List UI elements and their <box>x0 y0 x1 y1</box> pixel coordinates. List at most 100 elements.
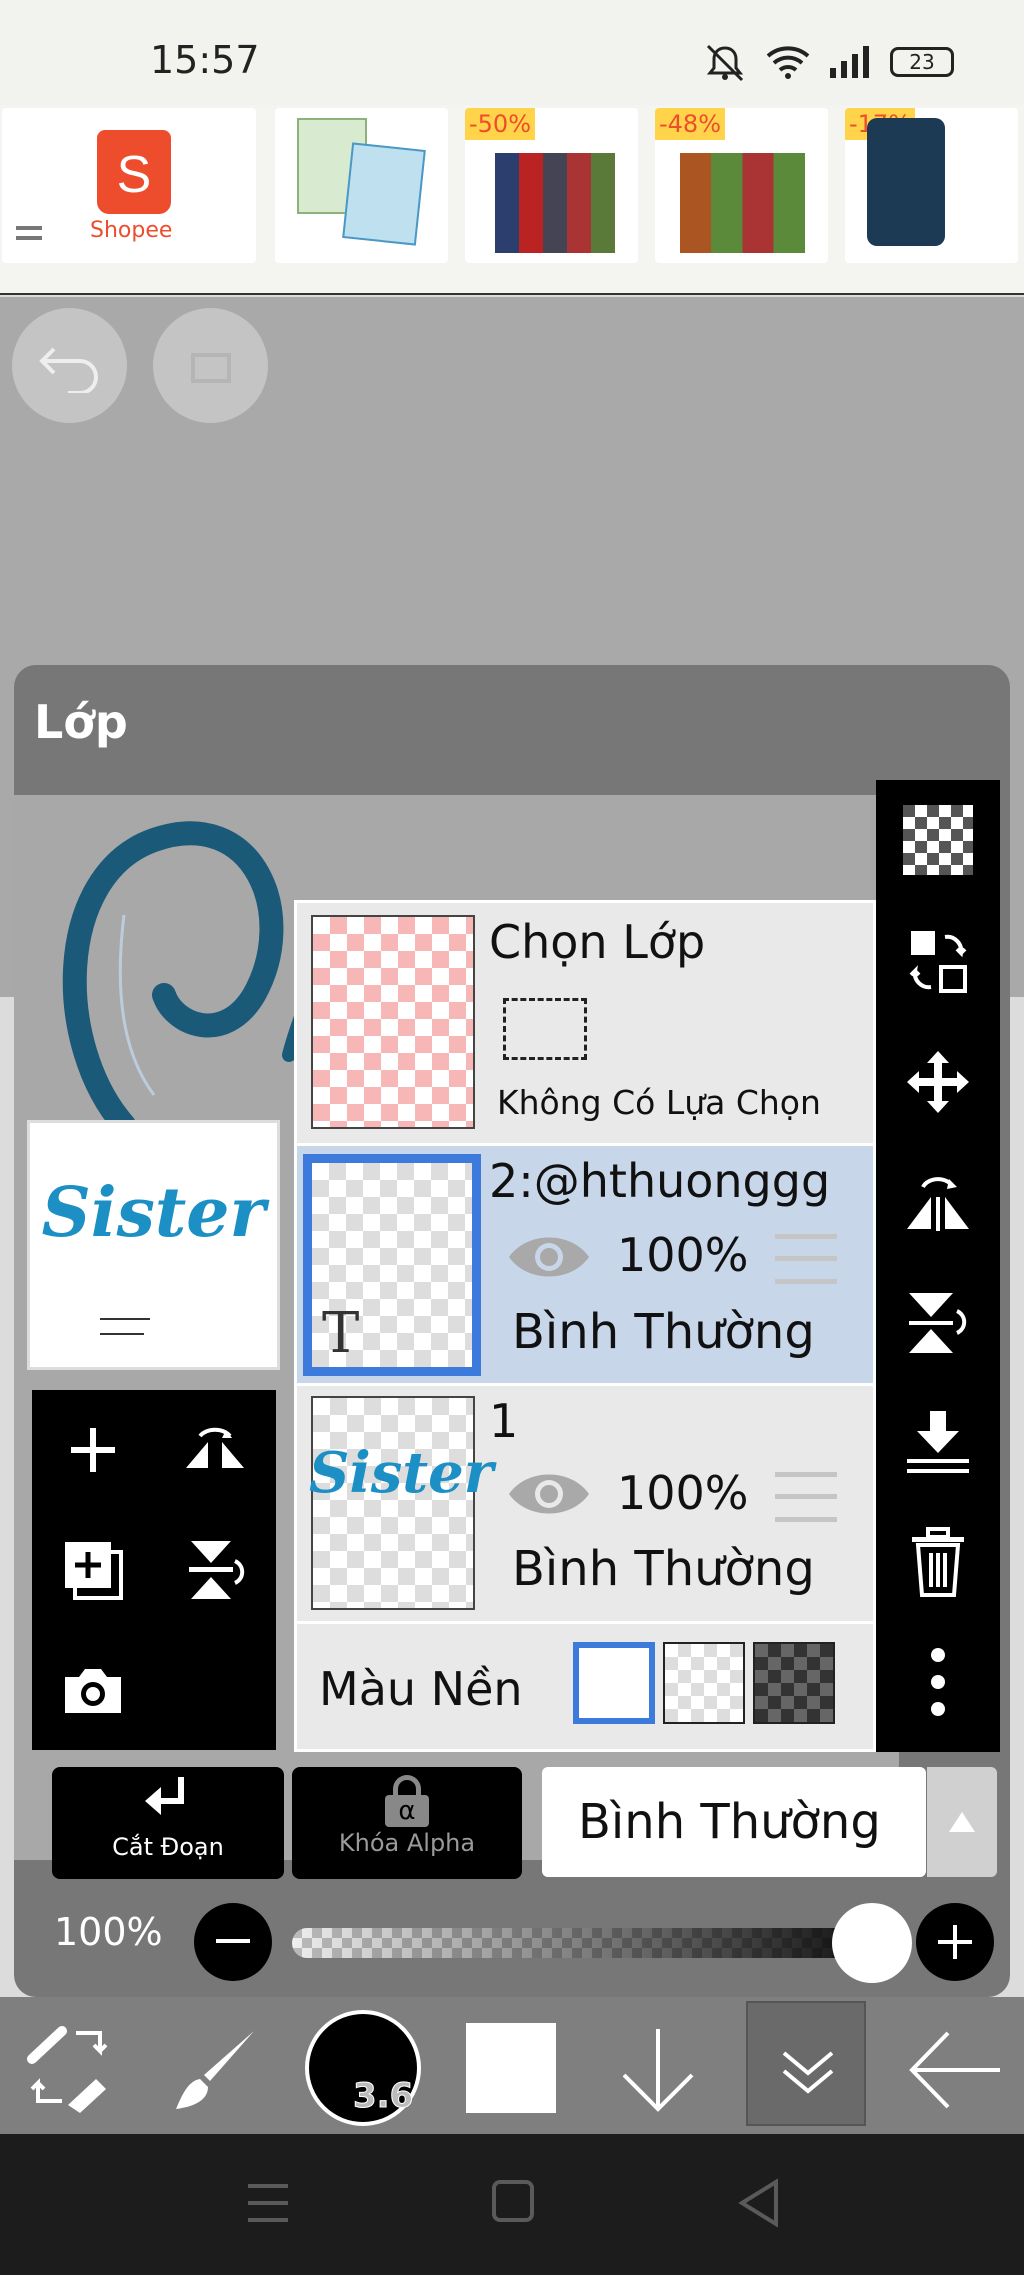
layer-tool-grid <box>32 1390 276 1750</box>
alpha-lock-button[interactable]: α Khóa Alpha <box>292 1767 522 1879</box>
layer-right-toolbar <box>876 780 1000 1752</box>
selection-thumbnail <box>311 915 475 1129</box>
wifi-icon <box>766 46 810 79</box>
signal-icon <box>830 46 869 78</box>
back-button[interactable] <box>904 2025 1004 2115</box>
flip-layer-horizontal-button[interactable] <box>876 1142 1000 1262</box>
visibility-eye-icon[interactable] <box>507 1231 591 1283</box>
swap-layer-button[interactable] <box>876 902 1000 1022</box>
layer-opacity: 100% <box>617 1228 749 1282</box>
redo-icon <box>190 352 231 383</box>
more-vertical-icon <box>931 1648 945 1716</box>
flip-layer-vertical-button[interactable] <box>876 1262 1000 1382</box>
blend-mode-dropdown-toggle[interactable] <box>927 1767 997 1877</box>
move-button[interactable] <box>876 1022 1000 1142</box>
mute-bell-icon <box>706 44 744 82</box>
clip-button[interactable]: Cắt Đoạn <box>52 1767 284 1879</box>
chevron-double-down-icon <box>782 2051 834 2094</box>
ad-product-hulk[interactable]: -48% <box>655 108 828 263</box>
layer-panel: Lớp Sister Chọn Lớp Không Có Lựa Chọn T … <box>14 665 1010 1997</box>
ad-banner[interactable]: S Shopee -50% -48% -17% <box>0 105 1024 295</box>
home-button[interactable] <box>492 2180 534 2222</box>
discount-badge: -48% <box>655 108 726 140</box>
layers-panel-toggle[interactable] <box>746 2001 866 2126</box>
plus-icon <box>71 1428 115 1472</box>
flip-horizontal-button[interactable] <box>154 1390 276 1510</box>
layer-row-1[interactable]: Sister 1 100% Bình Thường <box>297 1386 873 1621</box>
opacity-value: 100% <box>54 1910 163 1954</box>
layer-name: 2:@hthuonggg <box>489 1154 831 1208</box>
arrow-left-icon <box>909 2031 1000 2109</box>
shopee-ad[interactable]: S Shopee <box>2 108 256 263</box>
ad-product-notebooks[interactable] <box>275 108 448 263</box>
triangle-up-icon <box>949 1812 975 1832</box>
undo-button[interactable] <box>12 308 127 423</box>
selection-layer-row[interactable]: Chọn Lớp Không Có Lựa Chọn <box>297 903 873 1143</box>
more-options-button[interactable] <box>876 1622 1000 1742</box>
action-figures-image <box>495 153 615 253</box>
marquee-selection-icon <box>503 998 587 1060</box>
alpha-lock-label: Khóa Alpha <box>338 1829 476 1857</box>
brush-tool-button[interactable] <box>170 2025 260 2115</box>
transparency-button[interactable] <box>876 780 1000 900</box>
opacity-decrease-button[interactable] <box>194 1903 272 1981</box>
layer-row-2[interactable]: T 2:@hthuonggg 100% Bình Thường <box>297 1146 873 1383</box>
triangle-back-icon <box>738 2178 778 2228</box>
camera-button[interactable] <box>32 1630 154 1750</box>
ad-product-phone[interactable]: -17% <box>845 108 1018 263</box>
camera-icon <box>65 1669 121 1713</box>
duplicate-icon <box>65 1542 123 1600</box>
minus-icon <box>216 1939 250 1943</box>
menu-icon[interactable] <box>16 226 42 240</box>
clip-label: Cắt Đoạn <box>112 1833 224 1861</box>
delete-layer-button[interactable] <box>876 1502 1000 1622</box>
notebook-image <box>342 142 426 246</box>
redo-button[interactable] <box>153 308 268 423</box>
flip-horizontal-icon <box>186 1427 244 1468</box>
bg-dark-checker-option[interactable] <box>753 1642 835 1724</box>
arrow-down-icon <box>622 2029 694 2112</box>
background-label: Màu Nền <box>319 1662 523 1716</box>
plus-icon <box>938 1925 972 1959</box>
lock-icon: α <box>385 1775 429 1827</box>
flip-vertical-button[interactable] <box>154 1510 276 1630</box>
panel-title: Lớp <box>34 695 128 749</box>
preview-caption-line <box>100 1333 144 1335</box>
merge-down-button[interactable] <box>876 1382 1000 1502</box>
shopee-brand: Shopee <box>90 218 173 243</box>
bg-transparent-option[interactable] <box>663 1642 745 1724</box>
add-layer-button[interactable] <box>32 1390 154 1510</box>
bg-white-option[interactable] <box>573 1642 655 1724</box>
brush-eraser-swap-icon <box>27 2026 108 2113</box>
color-swatch-button[interactable] <box>466 2023 556 2113</box>
discount-badge: -50% <box>465 108 536 140</box>
move-arrows-icon <box>907 1051 969 1113</box>
recent-apps-button[interactable] <box>244 2178 292 2228</box>
layer-down-button[interactable] <box>618 2025 698 2115</box>
tool-switch-button[interactable] <box>22 2023 116 2113</box>
swap-icon <box>909 931 967 993</box>
blend-mode-dropdown[interactable]: Bình Thường <box>542 1767 926 1877</box>
opacity-increase-button[interactable] <box>916 1903 994 1981</box>
canvas-preview-thumbnail[interactable]: Sister <box>27 1120 280 1370</box>
drag-handle-icon[interactable] <box>775 1472 837 1522</box>
layer-opacity: 100% <box>617 1466 749 1520</box>
brush-size-button[interactable]: 3.6 <box>305 2010 421 2126</box>
drag-handle-icon[interactable] <box>775 1234 837 1284</box>
opacity-slider-thumb[interactable] <box>832 1903 912 1983</box>
shopee-bag-icon: S <box>97 130 171 214</box>
bottom-toolbar: 3.6 <box>0 1997 1024 2134</box>
nav-back-button[interactable] <box>736 2178 780 2228</box>
ad-product-figures[interactable]: -50% <box>465 108 638 263</box>
trash-icon <box>912 1527 964 1597</box>
visibility-eye-icon[interactable] <box>507 1468 591 1520</box>
duplicate-layer-button[interactable] <box>32 1510 154 1630</box>
opacity-slider[interactable] <box>292 1928 912 1958</box>
preview-caption-line <box>100 1318 150 1320</box>
selection-status: Không Có Lựa Chọn <box>497 1083 821 1122</box>
system-nav-bar <box>0 2134 1024 2275</box>
phone-image <box>867 118 945 246</box>
layer-blend-mode: Bình Thường <box>512 1304 815 1360</box>
layer-thumb-art: Sister <box>309 1440 494 1506</box>
layer-thumbnail: Sister <box>309 1396 493 1610</box>
